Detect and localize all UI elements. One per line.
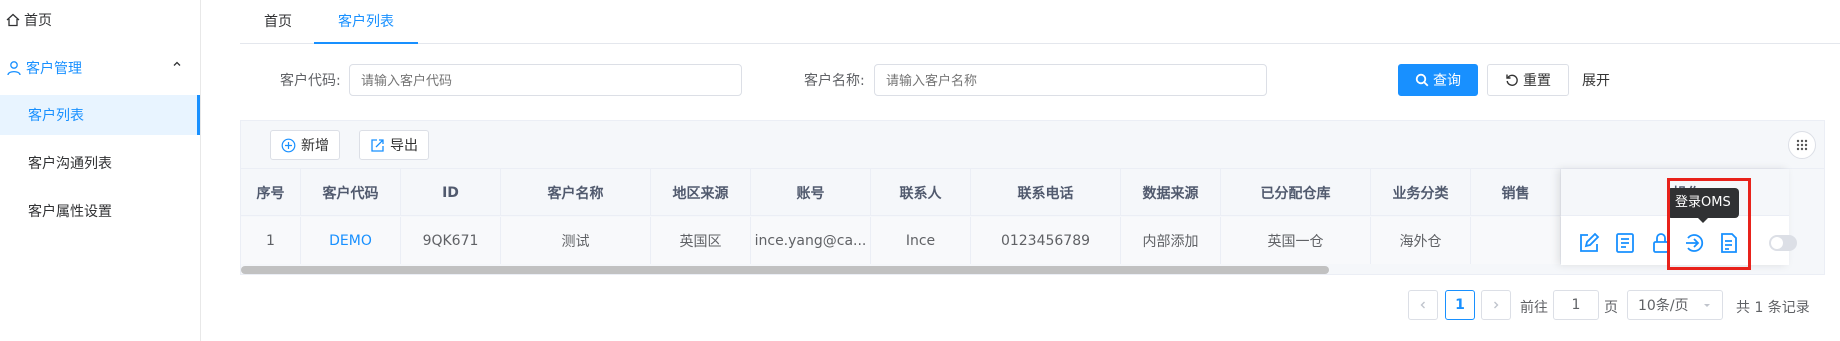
- table-cell: 英国一仓: [1221, 217, 1371, 264]
- column-header: 账号: [751, 169, 871, 216]
- tab-home[interactable]: 首页: [264, 0, 292, 44]
- table-cell: [1471, 217, 1561, 264]
- detail-icon[interactable]: [1613, 231, 1637, 255]
- export-button-label: 导出: [390, 138, 418, 154]
- table-cell: 9QK671: [401, 217, 501, 264]
- column-header: 联系人: [871, 169, 971, 216]
- sidebar-item-label: 首页: [24, 13, 52, 29]
- highlight-box: [1667, 178, 1751, 270]
- expand-link[interactable]: 展开: [1582, 70, 1610, 90]
- table-header-row: 序号 客户代码 ID 客户名称 地区来源 账号 联系人 联系电话 数据来源 已分…: [241, 169, 1561, 216]
- table-row[interactable]: 1 DEMO 9QK671 测试 英国区 ince.yang@ca... Inc…: [241, 217, 1561, 264]
- customer-code-input[interactable]: [349, 64, 742, 96]
- table-cell: Ince: [871, 217, 971, 264]
- edit-icon[interactable]: [1577, 231, 1601, 255]
- customer-name-label: 客户名称:: [804, 73, 865, 89]
- chevron-left-icon: [1420, 301, 1425, 309]
- tab-bar: 首页 客户列表: [240, 0, 1840, 44]
- sidebar-item-customer-list[interactable]: 客户列表: [0, 95, 200, 135]
- user-icon: [7, 61, 21, 76]
- page-size-value: 10条/页: [1638, 298, 1689, 314]
- sidebar-item-label: 客户列表: [28, 108, 84, 124]
- prev-page-button[interactable]: [1408, 290, 1438, 320]
- column-header: 序号: [241, 169, 301, 216]
- sidebar-item-home[interactable]: 首页: [6, 8, 52, 32]
- refresh-icon: [1506, 74, 1518, 86]
- reset-button-label: 重置: [1523, 73, 1551, 89]
- add-button-label: 新增: [301, 138, 329, 154]
- table-cell: 英国区: [651, 217, 751, 264]
- column-settings-button[interactable]: [1788, 131, 1816, 159]
- table-cell: 0123456789: [971, 217, 1121, 264]
- next-page-button[interactable]: [1481, 290, 1511, 320]
- sidebar-group-label: 客户管理: [26, 61, 82, 77]
- sidebar-group-customer[interactable]: 客户管理: [6, 54, 196, 82]
- column-header: 数据来源: [1121, 169, 1221, 216]
- column-header: 联系电话: [971, 169, 1121, 216]
- sidebar-item-label: 客户属性设置: [28, 204, 112, 220]
- status-toggle[interactable]: [1769, 235, 1797, 251]
- customer-code-link[interactable]: DEMO: [301, 217, 401, 264]
- total-count: 共 1 条记录: [1736, 300, 1810, 316]
- customer-code-label: 客户代码:: [280, 73, 341, 89]
- column-header: 地区来源: [651, 169, 751, 216]
- search-button-label: 查询: [1433, 73, 1461, 89]
- customer-table: 新增 导出 序号 客户代码 ID 客户名称 地区来源 账号 联系人 联系电话 数…: [240, 120, 1825, 275]
- search-button[interactable]: 查询: [1398, 64, 1478, 96]
- sidebar-item-customer-communication[interactable]: 客户沟通列表: [0, 143, 200, 183]
- table-cell: 海外仓: [1371, 217, 1471, 264]
- search-icon: [1415, 73, 1429, 87]
- horizontal-scrollbar[interactable]: [241, 266, 1329, 274]
- table-cell: 内部添加: [1121, 217, 1221, 264]
- export-icon: [371, 138, 384, 152]
- toggle-knob: [1771, 237, 1783, 249]
- grid-icon: [1796, 139, 1808, 151]
- tab-customer-list[interactable]: 客户列表: [314, 0, 418, 44]
- column-header: ID: [401, 169, 501, 216]
- add-button[interactable]: 新增: [270, 130, 340, 160]
- export-button[interactable]: 导出: [359, 130, 429, 160]
- chevron-up-icon: [173, 61, 181, 66]
- sidebar: 首页 客户管理 客户列表 客户沟通列表 客户属性设置: [0, 0, 201, 341]
- customer-name-input[interactable]: [874, 64, 1267, 96]
- goto-page-input[interactable]: 1: [1553, 290, 1599, 320]
- table-cell: 测试: [501, 217, 651, 264]
- table-toolbar: 新增 导出: [241, 121, 1824, 169]
- home-icon: [6, 13, 20, 27]
- table-cell: 1: [241, 217, 301, 264]
- column-header: 业务分类: [1371, 169, 1471, 216]
- page-size-select[interactable]: 10条/页: [1627, 290, 1723, 320]
- plus-circle-icon: [281, 138, 296, 152]
- column-header: 客户名称: [501, 169, 651, 216]
- column-header: 已分配仓库: [1221, 169, 1371, 216]
- column-header: 客户代码: [301, 169, 401, 216]
- caret-down-icon: [1704, 304, 1710, 307]
- goto-suffix: 页: [1604, 300, 1618, 316]
- sidebar-item-label: 客户沟通列表: [28, 156, 112, 172]
- column-header: 销售: [1471, 169, 1561, 216]
- sidebar-item-customer-attributes[interactable]: 客户属性设置: [0, 191, 200, 231]
- chevron-right-icon: [1494, 301, 1499, 309]
- page-button-current[interactable]: 1: [1445, 290, 1475, 320]
- table-cell: ince.yang@ca...: [751, 217, 871, 264]
- reset-button[interactable]: 重置: [1487, 64, 1569, 96]
- goto-prefix: 前往: [1520, 300, 1548, 316]
